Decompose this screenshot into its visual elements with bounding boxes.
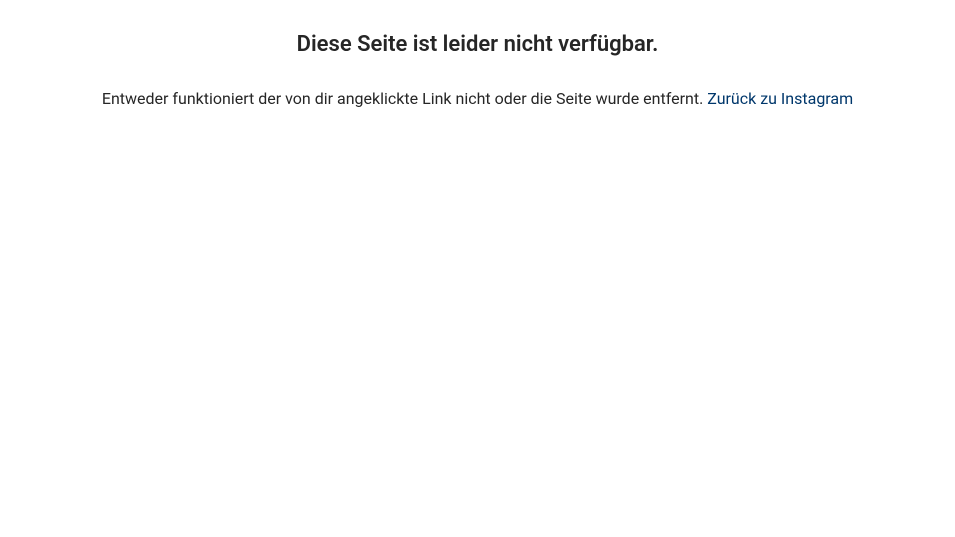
error-page-container: Diese Seite ist leider nicht verfügbar. …: [0, 0, 955, 108]
error-message: Entweder funktioniert der von dir angekl…: [0, 89, 955, 108]
error-title: Diese Seite ist leider nicht verfügbar.: [0, 32, 955, 57]
back-to-instagram-link[interactable]: Zurück zu Instagram: [707, 89, 853, 108]
error-message-text: Entweder funktioniert der von dir angekl…: [102, 89, 707, 108]
